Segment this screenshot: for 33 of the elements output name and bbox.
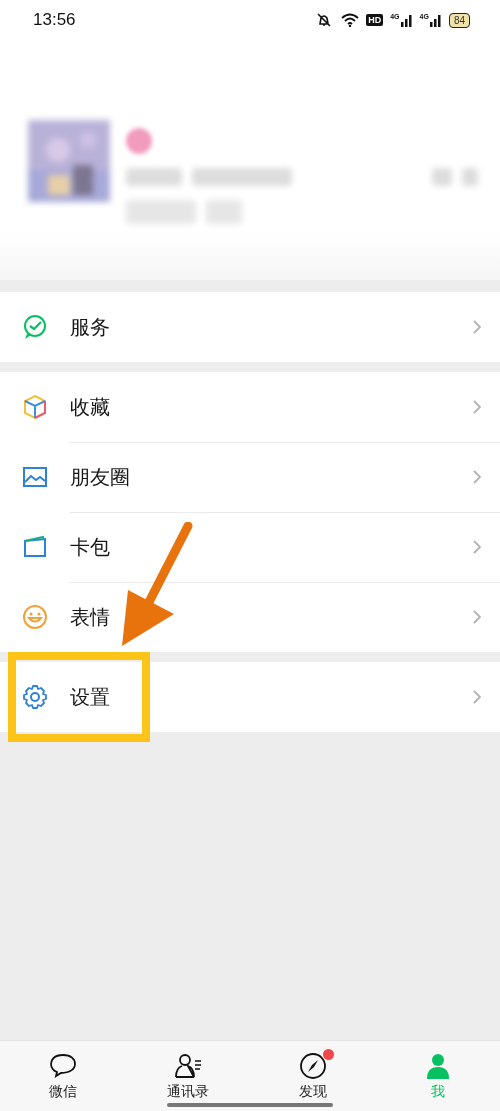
- signal-icon: [400, 13, 413, 27]
- chevron-icon: [472, 399, 482, 415]
- tab-item[interactable]: 微信: [0, 1041, 125, 1111]
- chevron-icon: [472, 609, 482, 625]
- wifi-icon: [341, 13, 360, 27]
- chevron-icon: [472, 689, 482, 705]
- battery-level: 84: [448, 12, 470, 28]
- menu-item[interactable]: 服务: [0, 292, 500, 362]
- card-icon: [22, 534, 48, 560]
- decoration-dot: [126, 128, 152, 154]
- menu-item[interactable]: 朋友圈: [0, 442, 500, 512]
- landscape-icon: [22, 464, 48, 490]
- signal-icon: [429, 13, 442, 27]
- blurred-qr-icon: [432, 168, 452, 186]
- chevron-icon: [472, 539, 482, 555]
- blurred-name: [126, 168, 182, 186]
- cube-icon: [22, 394, 48, 420]
- blurred-chevron: [462, 168, 478, 186]
- menu-item[interactable]: 卡包: [0, 512, 500, 582]
- compass-icon: [297, 1051, 328, 1081]
- home-indicator[interactable]: [167, 1103, 333, 1107]
- status-time: 13:56: [33, 10, 76, 30]
- hd-badge: HD: [366, 14, 384, 26]
- menu-item[interactable]: 表情: [0, 582, 500, 652]
- settings-icon: [22, 684, 48, 710]
- smiley-icon: [22, 604, 48, 630]
- tab-item[interactable]: 通讯录: [125, 1041, 250, 1111]
- contacts-icon: [172, 1051, 203, 1081]
- menu-item[interactable]: 设置: [0, 662, 500, 732]
- check-bubble-icon: [22, 314, 48, 340]
- chevron-icon: [472, 319, 482, 335]
- chevron-icon: [472, 469, 482, 485]
- menu-item[interactable]: 收藏: [0, 372, 500, 442]
